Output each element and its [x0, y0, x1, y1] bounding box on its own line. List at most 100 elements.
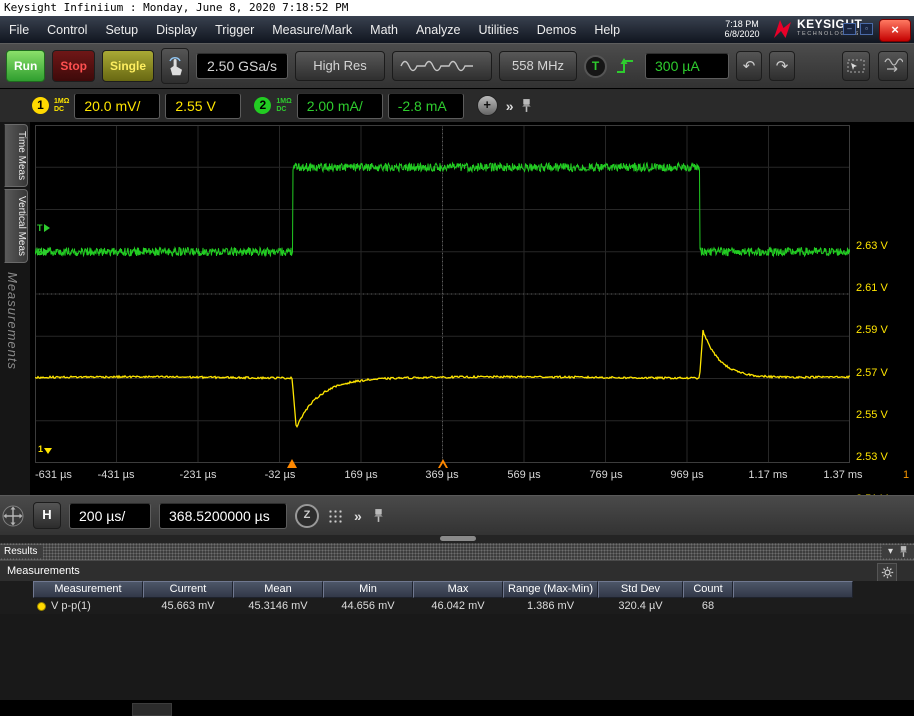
y-tick-label: 2.61 V — [856, 282, 888, 294]
acquisition-mode-display[interactable]: High Res — [295, 51, 386, 81]
column-header: Min — [323, 581, 413, 598]
menu-file[interactable]: File — [0, 23, 38, 37]
menu-setup[interactable]: Setup — [96, 23, 147, 37]
channel-pin-icon[interactable] — [521, 98, 532, 113]
measurement-name-cell: V p-p(1) — [33, 598, 143, 614]
redo-button[interactable]: ↷ — [769, 51, 796, 81]
menu-analyze[interactable]: Analyze — [407, 23, 469, 37]
channel-2-arrow-icon — [43, 247, 50, 256]
menu-bar: File Control Setup Display Trigger Measu… — [0, 16, 914, 43]
clock: 7:18 PM 6/8/2020 — [716, 19, 768, 39]
channel-1-offset[interactable]: 2.55 V — [165, 92, 242, 119]
channel-2-coupling: 1MΩ DC — [276, 98, 292, 113]
zoom-button[interactable]: Z — [295, 503, 319, 528]
x-tick-label: 369 µs — [425, 469, 459, 481]
horizontal-button[interactable]: H — [33, 502, 61, 529]
bandwidth-display[interactable]: 558 MHz — [499, 51, 578, 81]
x-tick-label: 969 µs — [670, 469, 704, 481]
add-channel-button[interactable]: + — [476, 95, 498, 116]
menu-trigger[interactable]: Trigger — [206, 23, 263, 37]
channel-1-arrow-icon — [44, 447, 53, 454]
results-pin-icon[interactable] — [899, 545, 908, 558]
waveform-display[interactable] — [34, 124, 851, 464]
tab-time-meas[interactable]: Time Meas — [4, 124, 28, 188]
clock-time: 7:18 PM — [725, 19, 759, 29]
y-tick-label: 2.55 V — [856, 409, 888, 421]
tab-vertical-meas[interactable]: Vertical Meas — [4, 189, 28, 264]
close-button[interactable]: × — [879, 19, 911, 42]
menu-display[interactable]: Display — [147, 23, 206, 37]
channel-2-reference-marker[interactable]: 2 — [37, 247, 50, 257]
waveform-plot — [34, 124, 851, 464]
y-tick-label: 2.53 V — [856, 451, 888, 463]
menu-help[interactable]: Help — [585, 23, 629, 37]
trigger-level-display[interactable]: 300 µA — [645, 53, 730, 79]
x-tick-label: -631 µs — [35, 469, 72, 481]
trigger-edge-icon[interactable] — [614, 55, 638, 77]
delay-display[interactable]: 368.5200000 µs — [159, 502, 287, 529]
channel-1-badge[interactable]: 1 — [32, 97, 49, 114]
grid-dots-icon[interactable] — [327, 507, 343, 524]
clock-date: 6/8/2020 — [724, 29, 760, 39]
menu-control[interactable]: Control — [38, 23, 96, 37]
settings-button[interactable] — [877, 563, 897, 582]
x-tick-label: -32 µs — [264, 469, 296, 481]
waveform-toggle-button[interactable] — [878, 51, 908, 81]
stop-button[interactable]: Stop — [52, 50, 95, 82]
results-body — [0, 614, 914, 700]
channel-expand-chevrons[interactable]: » — [503, 98, 517, 114]
column-header: Count — [683, 581, 733, 598]
measurement-stddev-cell: 320.4 µV — [618, 600, 663, 612]
x-tick-label: -431 µs — [97, 469, 135, 481]
single-button[interactable]: Single — [102, 50, 155, 82]
measurement-sidebar: Time Meas Vertical Meas Measurements — [0, 122, 30, 495]
waveform-style-button[interactable] — [392, 51, 493, 81]
x-tick-label: 1.17 ms — [748, 469, 788, 481]
timebase-display[interactable]: 200 µs/ — [69, 502, 151, 529]
menu-demos[interactable]: Demos — [528, 23, 586, 37]
column-header: Max — [413, 581, 503, 598]
menu-measure-mark[interactable]: Measure/Mark — [263, 23, 361, 37]
sample-rate-display[interactable]: 2.50 GSa/s — [196, 53, 289, 79]
channel-2-badge[interactable]: 2 — [254, 97, 272, 114]
keysight-spark-icon — [774, 20, 791, 38]
column-header: Mean — [233, 581, 323, 598]
results-title: Results — [0, 545, 44, 558]
selection-box-button[interactable] — [842, 51, 870, 81]
restore-button[interactable]: ▫ — [860, 23, 873, 35]
taskbar-item[interactable] — [132, 703, 172, 716]
results-collapse-icon[interactable]: ▾ — [888, 546, 893, 557]
toolbar: Run Stop Single 2.50 GSa/s High Res 558 … — [0, 43, 914, 88]
results-header[interactable]: Results ▾ — [0, 543, 914, 560]
undo-button[interactable]: ↶ — [736, 51, 763, 81]
horizontal-expand-chevrons[interactable]: » — [351, 508, 365, 524]
channel-1-coupling: 1MΩ DC — [54, 98, 70, 113]
waveform-pattern-icon — [400, 60, 474, 72]
menu-utilities[interactable]: Utilities — [469, 23, 527, 37]
touch-toggle-button[interactable] — [161, 48, 190, 84]
window-title: Keysight Infiniium : Monday, June 8, 202… — [0, 0, 914, 16]
minimize-button[interactable]: – — [843, 23, 856, 35]
splitter-handle[interactable] — [440, 536, 476, 541]
time-reference-marker[interactable] — [437, 459, 448, 468]
horizontal-pin-icon[interactable] — [373, 508, 384, 523]
x-tick-label: 769 µs — [589, 469, 623, 481]
trigger-level-marker[interactable]: T — [37, 223, 50, 233]
run-button[interactable]: Run — [6, 50, 46, 82]
y-tick-label: 2.57 V — [856, 367, 888, 379]
pan-icon[interactable] — [1, 504, 25, 528]
measurement-current-cell: 45.663 mV — [161, 600, 215, 612]
menu-math[interactable]: Math — [361, 23, 407, 37]
channel-2-scale[interactable]: 2.00 mA/ — [296, 92, 383, 119]
channel-1-reference-marker[interactable]: 1 — [38, 444, 53, 454]
column-header: Current — [143, 581, 233, 598]
measurements-drag-tab[interactable]: Measurements — [5, 272, 20, 370]
channel-2-offset[interactable]: -2.8 mA — [387, 92, 464, 119]
measurement-row[interactable]: V p-p(1) 45.663 mV 45.3146 mV 44.656 mV … — [0, 598, 914, 614]
x-tick-label: -231 µs — [179, 469, 217, 481]
channel-1-scale[interactable]: 20.0 mV/ — [74, 92, 161, 119]
trigger-badge[interactable]: T — [584, 54, 608, 78]
x-tick-label: 569 µs — [507, 469, 541, 481]
measurements-panel-bar: Measurements — [0, 560, 914, 582]
trigger-time-marker[interactable] — [287, 459, 298, 468]
